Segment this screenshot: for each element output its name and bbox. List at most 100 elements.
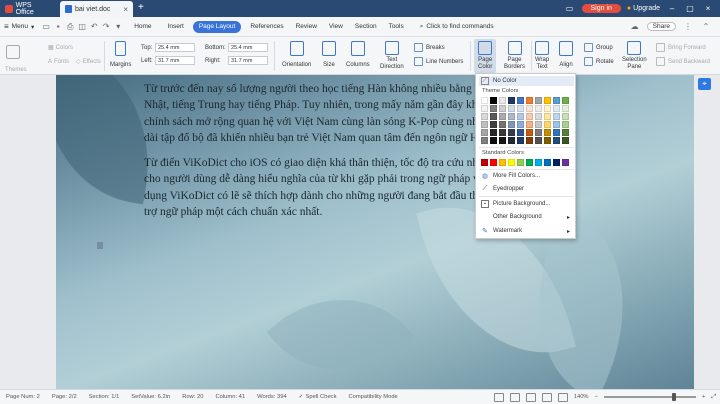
share-button[interactable]: Share: [646, 22, 676, 31]
theme-color-swatch[interactable]: [526, 105, 533, 112]
theme-color-swatch[interactable]: [535, 105, 542, 112]
theme-color-swatch[interactable]: [526, 113, 533, 120]
theme-color-swatch[interactable]: [508, 97, 515, 104]
more-fill-colors-option[interactable]: ◍ More Fill Colors...: [479, 171, 574, 181]
standard-color-swatch[interactable]: [535, 159, 542, 166]
status-words[interactable]: Words: 394: [251, 394, 293, 400]
theme-color-swatch[interactable]: [499, 137, 506, 144]
theme-color-swatch[interactable]: [553, 97, 560, 104]
fit-page-icon[interactable]: ⤢: [711, 394, 716, 401]
theme-color-swatch[interactable]: [490, 97, 497, 104]
menu-button[interactable]: ≡ Menu ▾: [0, 17, 40, 37]
redo-icon[interactable]: ↷: [100, 21, 112, 33]
zoom-level[interactable]: 140%: [574, 394, 589, 400]
theme-color-swatch[interactable]: [553, 105, 560, 112]
theme-color-swatch[interactable]: [517, 121, 524, 128]
align-button[interactable]: Align: [559, 41, 573, 69]
theme-color-swatch[interactable]: [562, 129, 569, 136]
theme-color-swatch[interactable]: [481, 121, 488, 128]
theme-color-swatch[interactable]: [544, 105, 551, 112]
margin-bottom-input[interactable]: 25.4 mm: [228, 43, 268, 52]
bring-forward-button[interactable]: Bring Forward: [656, 43, 706, 52]
standard-color-swatch[interactable]: [562, 159, 569, 166]
standard-color-swatch[interactable]: [481, 159, 488, 166]
close-window-icon[interactable]: ×: [702, 4, 714, 13]
theme-color-swatch[interactable]: [490, 105, 497, 112]
view-mode-icon[interactable]: [557, 392, 568, 402]
theme-color-swatch[interactable]: [526, 121, 533, 128]
theme-color-swatch[interactable]: [553, 129, 560, 136]
margin-top-input[interactable]: 25.4 mm: [155, 43, 195, 52]
group-button[interactable]: Group: [584, 43, 613, 52]
theme-color-swatch[interactable]: [562, 97, 569, 104]
location-pin-icon[interactable]: ⌖: [698, 78, 711, 90]
watermark-option[interactable]: ✎ Watermark ▸: [479, 226, 574, 236]
themes-button[interactable]: Themes: [5, 45, 27, 73]
theme-color-swatch[interactable]: [490, 121, 497, 128]
theme-color-swatch[interactable]: [562, 121, 569, 128]
more-options-icon[interactable]: ⋮: [682, 21, 694, 33]
theme-color-swatch[interactable]: [535, 97, 542, 104]
standard-color-swatch[interactable]: [490, 159, 497, 166]
text-direction-button[interactable]: Text Direction: [380, 41, 404, 71]
find-commands[interactable]: ⌕ Click to find commands: [410, 23, 494, 31]
theme-color-swatch[interactable]: [544, 121, 551, 128]
size-button[interactable]: Size: [322, 41, 336, 69]
theme-color-swatch[interactable]: [553, 137, 560, 144]
colors-button[interactable]: ▦ Colors: [48, 45, 73, 52]
selection-pane-button[interactable]: Selection Pane: [622, 41, 647, 71]
rotate-button[interactable]: Rotate: [584, 57, 614, 66]
view-mode-icon[interactable]: [541, 392, 552, 402]
other-background-option[interactable]: Other Background ▸: [479, 212, 574, 222]
tab-home[interactable]: Home: [124, 17, 161, 37]
theme-color-swatch[interactable]: [490, 137, 497, 144]
theme-color-swatch[interactable]: [535, 121, 542, 128]
theme-color-swatch[interactable]: [508, 105, 515, 112]
standard-color-swatch[interactable]: [499, 159, 506, 166]
theme-color-swatch[interactable]: [562, 105, 569, 112]
status-page-num[interactable]: Page Num: 2: [0, 394, 46, 400]
theme-color-swatch[interactable]: [553, 121, 560, 128]
theme-color-swatch[interactable]: [526, 129, 533, 136]
tab-review[interactable]: Review: [290, 17, 323, 37]
effects-button[interactable]: ◇ Effects: [76, 59, 101, 66]
tile-icon[interactable]: ▭: [564, 4, 576, 13]
picture-background-option[interactable]: ▪ Picture Background...: [479, 199, 574, 209]
zoom-out-icon[interactable]: −: [595, 394, 598, 400]
standard-color-swatch[interactable]: [508, 159, 515, 166]
theme-color-swatch[interactable]: [517, 137, 524, 144]
theme-color-swatch[interactable]: [481, 129, 488, 136]
tab-page-layout[interactable]: Page Layout: [192, 20, 242, 33]
page-color-button[interactable]: Page Color: [474, 39, 497, 73]
theme-color-swatch[interactable]: [508, 137, 515, 144]
page-borders-button[interactable]: Page Borders: [504, 41, 525, 71]
maximize-icon[interactable]: ▢: [684, 4, 696, 13]
theme-color-swatch[interactable]: [481, 105, 488, 112]
wrap-text-button[interactable]: Wrap Text: [535, 41, 549, 71]
cloud-sync-icon[interactable]: ☁: [629, 21, 641, 33]
standard-color-swatch[interactable]: [553, 159, 560, 166]
theme-color-swatch[interactable]: [481, 97, 488, 104]
theme-color-swatch[interactable]: [562, 113, 569, 120]
save-icon[interactable]: ▪: [52, 21, 64, 33]
tab-document[interactable]: bai viet.doc ×: [60, 1, 133, 17]
undo-icon[interactable]: ↶: [88, 21, 100, 33]
theme-color-swatch[interactable]: [499, 105, 506, 112]
tab-wps-office[interactable]: WPS Office: [0, 1, 55, 17]
collapse-ribbon-icon[interactable]: ⌃: [700, 21, 712, 33]
theme-color-swatch[interactable]: [481, 113, 488, 120]
print-preview-icon[interactable]: ◫: [76, 21, 88, 33]
print-icon[interactable]: ⎙: [64, 21, 76, 33]
theme-color-swatch[interactable]: [499, 121, 506, 128]
tab-tools[interactable]: Tools: [383, 17, 410, 37]
tab-section[interactable]: Section: [349, 17, 383, 37]
theme-color-swatch[interactable]: [508, 129, 515, 136]
send-backward-button[interactable]: Send Backward: [656, 57, 710, 66]
theme-color-swatch[interactable]: [490, 113, 497, 120]
theme-color-swatch[interactable]: [544, 113, 551, 120]
tab-view[interactable]: View: [323, 17, 349, 37]
fonts-button[interactable]: A Fonts: [48, 59, 69, 66]
spell-check-button[interactable]: ✓ Spell Check: [293, 394, 343, 400]
theme-color-swatch[interactable]: [517, 113, 524, 120]
theme-color-swatch[interactable]: [544, 97, 551, 104]
